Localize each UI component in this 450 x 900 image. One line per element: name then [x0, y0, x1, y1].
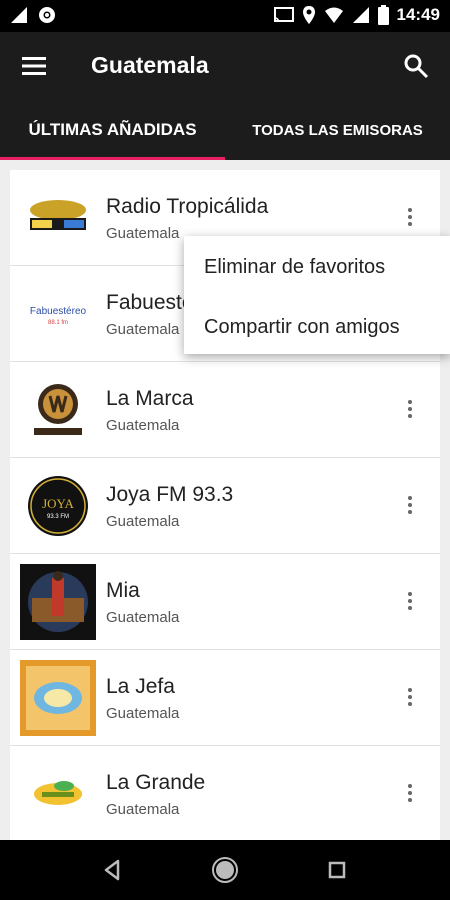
more-options-button[interactable] — [398, 589, 422, 613]
back-button[interactable] — [98, 855, 128, 885]
logo-brand-text: Fabuestéreo — [30, 306, 87, 317]
chrome-icon — [39, 7, 55, 23]
context-menu: Eliminar de favoritos Compartir con amig… — [184, 236, 450, 354]
home-icon — [212, 857, 238, 883]
station-logo — [20, 756, 96, 832]
station-row-la-grande[interactable]: La Grande Guatemala — [10, 746, 440, 840]
more-vert-icon — [408, 208, 412, 226]
recents-button[interactable] — [322, 855, 352, 885]
tab-bar: ÚLTIMAS AÑADIDAS TODAS LAS EMISORAS — [0, 100, 450, 160]
logo-brand-text: JOYA — [42, 496, 74, 511]
tab-indicator — [0, 157, 225, 160]
station-logo — [20, 660, 96, 736]
station-row-la-jefa[interactable]: La Jefa Guatemala — [10, 650, 440, 746]
station-country: Guatemala — [106, 705, 180, 722]
station-logo: JOYA 93.3 FM — [20, 468, 96, 544]
recents-icon — [328, 861, 346, 879]
status-time: 14:49 — [396, 5, 440, 24]
more-vert-icon — [408, 688, 412, 706]
tab-todas-las-emisoras[interactable]: TODAS LAS EMISORAS — [225, 100, 450, 160]
more-vert-icon — [408, 592, 412, 610]
station-country: Guatemala — [106, 225, 180, 242]
more-vert-icon — [408, 784, 412, 802]
station-name: Joya FM 93.3 — [106, 483, 234, 506]
station-name: La Grande — [106, 771, 206, 794]
more-vert-icon — [408, 400, 412, 418]
station-country: Guatemala — [106, 513, 180, 530]
more-vert-icon — [408, 496, 412, 514]
cast-icon — [273, 7, 294, 23]
station-country: Guatemala — [106, 321, 180, 338]
home-button[interactable] — [210, 855, 240, 885]
menu-item-compartir-con-amigos[interactable]: Compartir con amigos — [204, 316, 400, 339]
search-icon — [404, 54, 429, 79]
signal-icon — [11, 7, 27, 23]
hamburger-menu-icon — [22, 57, 46, 75]
station-name: Radio Tropicálida — [106, 195, 269, 218]
station-country: Guatemala — [106, 609, 180, 626]
station-row-la-marca[interactable]: La Marca Guatemala — [10, 362, 440, 458]
search-button[interactable] — [402, 52, 430, 80]
station-name: Mia — [106, 579, 140, 602]
back-icon — [104, 859, 120, 881]
logo-frequency-text: 93.3 FM — [47, 514, 69, 520]
menu-item-eliminar-de-favoritos[interactable]: Eliminar de favoritos — [204, 256, 385, 279]
menu-button[interactable] — [20, 52, 48, 80]
navigation-bar — [0, 840, 450, 900]
more-options-button[interactable] — [398, 493, 422, 517]
station-logo — [20, 372, 96, 448]
station-row-mia[interactable]: Mia Guatemala — [10, 554, 440, 650]
logo-frequency-text: 88.1 fm — [48, 320, 68, 326]
station-country: Guatemala — [106, 417, 180, 434]
wifi-icon — [324, 7, 343, 23]
more-options-button[interactable] — [398, 685, 422, 709]
tab-ultimas-anadidas[interactable]: ÚLTIMAS AÑADIDAS — [0, 100, 225, 160]
more-options-button[interactable] — [398, 781, 422, 805]
station-country: Guatemala — [106, 801, 180, 818]
more-options-button[interactable] — [398, 205, 422, 229]
signal-icon — [352, 7, 369, 23]
station-logo: Fabuestéreo 88.1 fm — [20, 276, 96, 352]
page-title: Guatemala — [91, 52, 209, 78]
app-bar: Guatemala — [0, 32, 450, 100]
status-bar: 14:49 — [0, 0, 450, 32]
station-name: La Marca — [106, 387, 194, 410]
station-row-joya-fm[interactable]: JOYA 93.3 FM Joya FM 93.3 Guatemala — [10, 458, 440, 554]
battery-icon — [377, 5, 389, 25]
more-options-button[interactable] — [398, 397, 422, 421]
station-logo — [20, 564, 96, 640]
location-icon — [302, 6, 315, 24]
station-name: La Jefa — [106, 675, 175, 698]
station-logo — [20, 180, 96, 256]
